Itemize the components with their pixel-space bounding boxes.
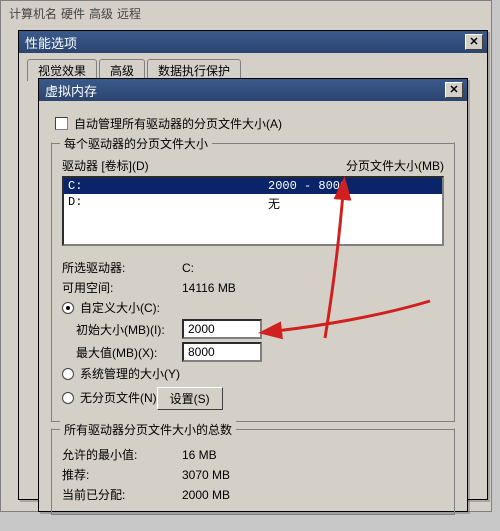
col-drive: 驱动器 [卷标](D) [62,157,346,174]
max-size-input[interactable] [182,342,262,362]
bg-tab: 高级 [89,5,113,22]
recommended-value: 3070 MB [182,468,230,482]
bg-tab: 硬件 [61,5,85,22]
group-per-drive: 每个驱动器的分页文件大小 驱动器 [卷标](D) 分页文件大小(MB) C: 2… [51,142,455,422]
no-paging-label: 无分页文件(N) [80,389,157,406]
title-text: 虚拟内存 [45,81,445,100]
available-space-value: 14116 MB [182,281,236,295]
radio-custom-row[interactable]: 自定义大小(C): [62,299,444,316]
bg-tab: 远程 [117,5,141,22]
title-text: 性能选项 [25,33,465,52]
list-row[interactable]: D: 无 [64,194,442,213]
col-size: 分页文件大小(MB) [346,157,444,174]
cell-size: 无 [208,195,438,212]
currently-allocated-label: 当前已分配: [62,486,182,503]
group-title: 每个驱动器的分页文件大小 [60,135,212,152]
initial-size-label: 初始大小(MB)(I): [62,321,182,338]
group-totals: 所有驱动器分页文件大小的总数 允许的最小值: 16 MB 推荐: 3070 MB… [51,428,455,515]
list-headers: 驱动器 [卷标](D) 分页文件大小(MB) [62,157,444,174]
close-icon[interactable]: ✕ [465,34,483,50]
titlebar-vm[interactable]: 虚拟内存 ✕ [39,79,467,101]
close-icon[interactable]: ✕ [445,82,463,98]
radio-system-managed[interactable] [62,368,74,380]
selected-drive-label: 所选驱动器: [62,259,182,276]
radio-custom-size[interactable] [62,302,74,314]
bg-tab: 计算机名 [9,5,57,22]
checkbox-auto-manage[interactable] [55,117,68,130]
cell-size: 2000 - 8000 [208,179,438,193]
radio-no-paging-row[interactable]: 无分页文件(N) 设置(S) [62,385,444,410]
currently-allocated-value: 2000 MB [182,488,230,502]
custom-size-label: 自定义大小(C): [80,299,160,316]
max-size-label: 最大值(MB)(X): [62,344,182,361]
virtual-memory-dialog: 虚拟内存 ✕ 自动管理所有驱动器的分页文件大小(A) 每个驱动器的分页文件大小 … [38,78,468,512]
titlebar-perf[interactable]: 性能选项 ✕ [19,31,487,53]
selected-drive-value: C: [182,261,194,275]
bg-tabs: 计算机名 硬件 高级 远程 [3,3,147,24]
set-button[interactable]: 设置(S) [157,387,223,410]
min-allowed-label: 允许的最小值: [62,446,182,463]
auto-manage-row[interactable]: 自动管理所有驱动器的分页文件大小(A) [55,115,455,132]
available-space-label: 可用空间: [62,279,182,296]
auto-manage-label: 自动管理所有驱动器的分页文件大小(A) [74,115,282,132]
recommended-label: 推荐: [62,466,182,483]
cell-drive: D: [68,195,208,212]
radio-no-paging[interactable] [62,392,74,404]
list-row[interactable]: C: 2000 - 8000 [64,178,442,194]
min-allowed-value: 16 MB [182,448,217,462]
radio-system-managed-row[interactable]: 系统管理的大小(Y) [62,365,444,382]
initial-size-input[interactable] [182,319,262,339]
system-managed-label: 系统管理的大小(Y) [80,365,180,382]
drive-listbox[interactable]: C: 2000 - 8000 D: 无 [62,176,444,246]
cell-drive: C: [68,179,208,193]
group-title: 所有驱动器分页文件大小的总数 [60,421,236,438]
